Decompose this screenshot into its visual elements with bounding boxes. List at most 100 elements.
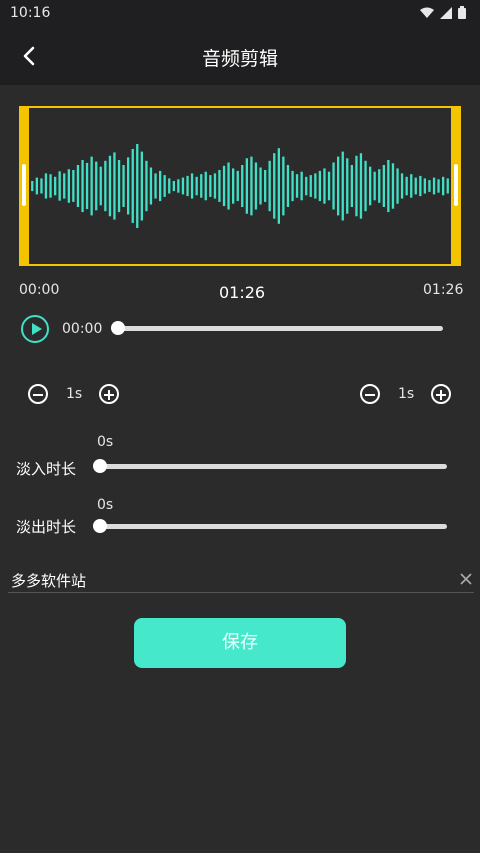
waveform-bar [318, 170, 321, 202]
waveform-bar [99, 166, 102, 206]
waveform-bar [295, 174, 299, 198]
waveform-bar [186, 175, 189, 197]
timeline-end: 01:26 [423, 282, 464, 298]
trim-end-decrease-button[interactable] [360, 384, 380, 404]
timeline-start: 00:00 [19, 282, 60, 298]
waveform-bar [204, 171, 207, 201]
filename-underline [8, 592, 474, 593]
waveform-bar [286, 165, 290, 207]
waveform-bar [337, 156, 340, 216]
waveform-bar [259, 167, 262, 205]
trim-end-value: 1s [398, 386, 415, 402]
waveform-bar [341, 151, 344, 221]
signal-icon [440, 6, 452, 19]
waveform-bar [177, 179, 180, 193]
filename-input[interactable]: 多多软件站 [11, 570, 86, 591]
playback-thumb[interactable] [111, 321, 125, 335]
fade-out-thumb[interactable] [93, 519, 107, 533]
waveform-bar [332, 162, 335, 210]
waveform-bar [67, 169, 70, 203]
fade-in-thumb[interactable] [93, 459, 107, 473]
waveform-bar [113, 152, 116, 220]
waveform-bar [432, 177, 436, 195]
waveform-bar [382, 165, 385, 207]
waveform [31, 144, 449, 228]
app-bar: 音频剪辑 [0, 28, 480, 85]
waveform-bar [314, 173, 317, 199]
waveform-bar [35, 177, 38, 195]
fade-in-value: 0s [97, 434, 114, 450]
waveform-bar [350, 165, 353, 207]
minus-icon [33, 394, 43, 396]
waveform-bar [437, 179, 440, 193]
waveform-bar [209, 175, 212, 197]
page-title: 音频剪辑 [201, 48, 278, 70]
waveform-bar [104, 160, 107, 212]
waveform-bar [327, 171, 331, 201]
trim-end-grip [454, 164, 458, 206]
status-icons [420, 6, 466, 19]
waveform-bar [85, 162, 89, 210]
waveform-bar [218, 170, 221, 202]
waveform-bar [419, 175, 422, 197]
waveform-bar [149, 167, 153, 205]
waveform-bar [72, 170, 75, 202]
waveform-bar [76, 165, 80, 207]
waveform-bar [63, 173, 66, 199]
waveform-bar [40, 178, 43, 194]
waveform-bar [250, 156, 253, 216]
play-button[interactable] [21, 315, 49, 343]
waveform-bar [227, 162, 230, 210]
minus-icon [365, 394, 375, 396]
waveform-bar [140, 151, 143, 221]
waveform-bar [200, 174, 203, 198]
waveform-bar [254, 162, 258, 210]
waveform-bar [373, 171, 376, 201]
trim-start-handle[interactable] [19, 106, 29, 266]
waveform-bar [391, 163, 395, 209]
waveform-bar [236, 170, 239, 202]
waveform-bar [195, 176, 198, 196]
trim-end-increase-button[interactable] [431, 384, 451, 404]
waveform-bar [90, 156, 93, 216]
plus-icon-vertical [108, 390, 110, 400]
waveform-bar [44, 173, 48, 199]
waveform-bar [81, 160, 84, 213]
waveform-bar [190, 173, 194, 199]
waveform-bar [122, 165, 125, 207]
fade-in-label: 淡入时长 [16, 460, 77, 478]
waveform-bar [58, 171, 61, 201]
trim-start-increase-button[interactable] [99, 384, 119, 404]
current-time: 00:00 [62, 321, 103, 337]
waveform-bar [136, 144, 139, 228]
waveform-bar [163, 175, 166, 197]
save-button[interactable]: 保存 [134, 618, 346, 668]
waveform-bar [131, 149, 134, 223]
fade-out-track[interactable] [99, 524, 447, 529]
waveform-bar [359, 153, 363, 219]
waveform-bar [369, 166, 372, 206]
waveform-bar [364, 160, 367, 212]
waveform-bar [181, 177, 185, 195]
fade-out-label: 淡出时长 [16, 518, 77, 536]
waveform-bar [108, 155, 112, 217]
waveform-bar [300, 171, 303, 201]
battery-icon [458, 6, 466, 19]
wifi-icon [420, 7, 434, 18]
status-bar: 10:16 [0, 0, 480, 28]
waveform-bar [241, 165, 244, 207]
trim-end-handle[interactable] [451, 106, 461, 266]
playback-track[interactable] [117, 326, 443, 331]
fade-out-value: 0s [97, 497, 114, 513]
waveform-bar [213, 173, 217, 199]
trim-start-decrease-button[interactable] [28, 384, 48, 404]
close-icon [460, 573, 472, 585]
waveform-bar [95, 161, 98, 211]
waveform-bar [446, 178, 449, 194]
waveform-bar [442, 176, 445, 196]
waveform-bar [305, 176, 308, 196]
waveform-bar [145, 160, 148, 212]
fade-in-track[interactable] [99, 464, 447, 469]
waveform-bar [277, 148, 280, 224]
clear-filename-button[interactable] [458, 571, 474, 587]
